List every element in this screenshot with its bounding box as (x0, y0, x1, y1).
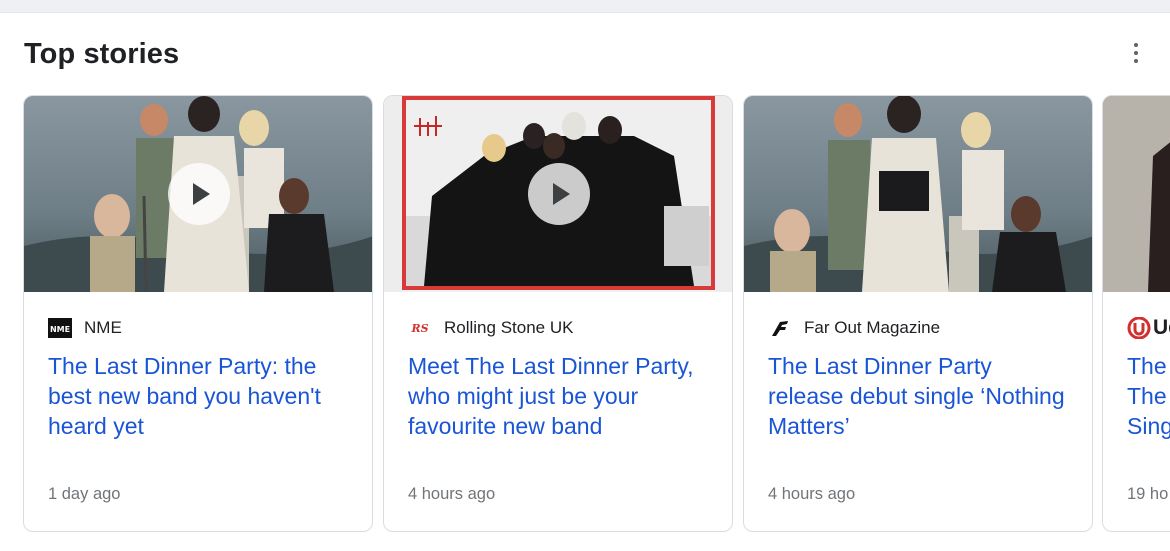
story-source: Ud (1127, 316, 1170, 339)
svg-text:RS: RS (410, 322, 428, 335)
story-thumbnail (384, 96, 732, 292)
story-source: NME NME (48, 317, 122, 339)
story-headline-link[interactable]: The The Sing (1127, 351, 1170, 441)
source-name: Ud (1153, 316, 1170, 339)
story-card[interactable]: Ud The The Sing 19 ho (1102, 95, 1170, 532)
story-thumbnail (24, 96, 372, 292)
story-headline-link[interactable]: Meet The Last Dinner Party, who might ju… (408, 351, 713, 441)
story-thumbnail (744, 96, 1092, 292)
svg-text:NME: NME (50, 325, 70, 334)
more-vert-icon[interactable] (1124, 40, 1148, 66)
story-timestamp: 4 hours ago (408, 485, 496, 503)
source-name: NME (84, 318, 122, 337)
story-card[interactable]: RS Rolling Stone UK Meet The Last Dinner… (383, 95, 733, 532)
story-timestamp: 1 day ago (48, 485, 121, 503)
story-headline-link[interactable]: The Last Dinner Party release debut sing… (768, 351, 1073, 441)
story-card[interactable]: Far Out Magazine The Last Dinner Party r… (743, 95, 1093, 532)
udiscover-logo-icon (1127, 317, 1151, 339)
section-title: Top stories (24, 38, 180, 70)
headline-line: The (1127, 383, 1167, 409)
story-source: RS Rolling Stone UK (408, 317, 573, 339)
source-name: Rolling Stone UK (444, 318, 574, 337)
story-source: Far Out Magazine (768, 317, 940, 339)
top-stories-carousel: NME NME The Last Dinner Party: the best … (0, 95, 1170, 533)
play-video-icon[interactable] (168, 163, 230, 225)
play-video-icon[interactable] (528, 163, 590, 225)
source-name: Far Out Magazine (804, 318, 941, 337)
story-headline-link[interactable]: The Last Dinner Party: the best new band… (48, 351, 353, 441)
top-separator-bar (0, 0, 1170, 13)
story-card[interactable]: NME NME The Last Dinner Party: the best … (23, 95, 373, 532)
rolling-stone-logo-icon: RS (408, 318, 432, 338)
story-timestamp: 19 ho (1127, 485, 1169, 503)
far-out-logo-icon (768, 318, 792, 338)
headline-line: Sing (1127, 413, 1170, 439)
story-thumbnail (1103, 96, 1170, 292)
nme-logo-icon: NME (48, 318, 72, 338)
headline-line: The (1127, 353, 1167, 379)
story-timestamp: 4 hours ago (768, 485, 856, 503)
